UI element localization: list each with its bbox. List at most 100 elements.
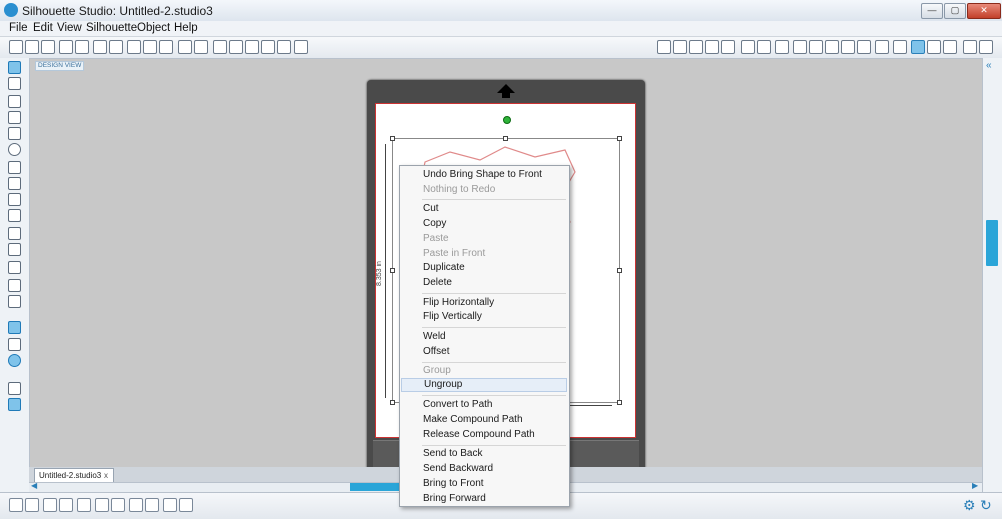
scroll-left-icon[interactable]: ◀: [31, 481, 37, 490]
smooth-freehand-icon[interactable]: [8, 227, 21, 240]
mirror-icon[interactable]: [841, 40, 855, 54]
save-as-icon[interactable]: [75, 40, 89, 54]
undo-icon[interactable]: [178, 40, 192, 54]
refresh-icon[interactable]: ↻: [980, 497, 992, 514]
menu-silhouette[interactable]: Silhouette: [86, 22, 137, 34]
grid-settings-icon[interactable]: [673, 40, 687, 54]
curve-tool-icon[interactable]: [8, 177, 21, 190]
menu-help[interactable]: Help: [174, 22, 198, 34]
store-icon[interactable]: [943, 40, 957, 54]
menu-item-ungroup[interactable]: Ungroup: [401, 378, 567, 392]
compound-path-icon[interactable]: [95, 498, 109, 512]
resize-handle-bottom-right[interactable]: [617, 400, 622, 405]
fill-color-icon[interactable]: [721, 40, 735, 54]
menu-item-convert-to-path[interactable]: Convert to Path: [400, 398, 569, 412]
resize-handle-right[interactable]: [617, 268, 622, 273]
open-folder-icon[interactable]: [25, 40, 39, 54]
replicate-icon[interactable]: [875, 40, 889, 54]
cut-scissors-icon[interactable]: [159, 40, 173, 54]
rotation-handle[interactable]: [503, 116, 511, 124]
trace-icon[interactable]: [705, 40, 719, 54]
deselect-icon[interactable]: [25, 498, 39, 512]
resize-handle-top[interactable]: [503, 136, 508, 141]
menu-item-delete[interactable]: Delete: [400, 276, 569, 290]
eraser-icon[interactable]: [963, 40, 977, 54]
menu-item-undo[interactable]: Undo Bring Shape to Front: [400, 168, 569, 182]
paste-icon[interactable]: [143, 40, 157, 54]
page-setup-icon[interactable]: [657, 40, 671, 54]
ungroup-icon[interactable]: [59, 498, 73, 512]
menu-item-flip-vertically[interactable]: Flip Vertically: [400, 310, 569, 324]
text-tool-icon[interactable]: [8, 261, 21, 274]
resize-handle-left[interactable]: [390, 268, 395, 273]
scale-icon[interactable]: [825, 40, 839, 54]
arc-tool-icon[interactable]: [8, 193, 21, 206]
send-to-cutter-icon[interactable]: [109, 40, 123, 54]
new-page-icon[interactable]: [41, 40, 55, 54]
scroll-right-icon[interactable]: ▶: [972, 481, 978, 490]
delete-icon[interactable]: [111, 498, 125, 512]
horizontal-scrollbar-thumb[interactable]: [350, 483, 405, 491]
vertical-scrollbar-thumb[interactable]: [986, 220, 998, 266]
menu-item-make-compound-path[interactable]: Make Compound Path: [400, 413, 569, 427]
panel-expand-icon[interactable]: «: [986, 60, 992, 71]
duplicate-icon[interactable]: [129, 498, 143, 512]
menu-item-redo[interactable]: Nothing to Redo: [400, 183, 569, 197]
fit-to-window-icon[interactable]: [294, 40, 308, 54]
redo-icon[interactable]: [194, 40, 208, 54]
menu-item-flip-horizontally[interactable]: Flip Horizontally: [400, 296, 569, 310]
select-tool-icon[interactable]: [8, 61, 21, 74]
menu-view[interactable]: View: [57, 22, 82, 34]
design-view-icon[interactable]: [8, 321, 21, 334]
modify-icon[interactable]: [893, 40, 907, 54]
menu-item-paste[interactable]: Paste: [400, 232, 569, 246]
tab-close-icon[interactable]: x: [104, 469, 108, 482]
eraser-tool-icon[interactable]: [8, 279, 21, 292]
online-store-icon[interactable]: [8, 354, 21, 367]
menu-item-offset[interactable]: Offset: [400, 345, 569, 359]
maximize-button[interactable]: ▢: [944, 3, 966, 19]
menu-item-send-backward[interactable]: Send Backward: [400, 462, 569, 476]
new-document-icon[interactable]: [9, 40, 23, 54]
gear-icon[interactable]: ⚙: [963, 497, 976, 514]
single-window-icon[interactable]: [8, 382, 21, 395]
freehand-tool-icon[interactable]: [8, 209, 21, 222]
library-icon[interactable]: [927, 40, 941, 54]
rounded-rectangle-tool-icon[interactable]: [8, 127, 21, 140]
knife-icon[interactable]: [979, 40, 993, 54]
drag-zoom-icon[interactable]: [277, 40, 291, 54]
split-window-icon[interactable]: [8, 398, 21, 411]
menu-item-send-to-back[interactable]: Send to Back: [400, 447, 569, 461]
polygon-tool-icon[interactable]: [8, 161, 21, 174]
menu-item-paste-in-front[interactable]: Paste in Front: [400, 247, 569, 261]
copy-icon[interactable]: [127, 40, 141, 54]
menu-file[interactable]: File: [9, 22, 28, 34]
menu-item-group[interactable]: Group: [400, 364, 569, 378]
pan-hand-icon[interactable]: [213, 40, 227, 54]
cut-settings-icon[interactable]: [911, 40, 925, 54]
document-tab[interactable]: Untitled-2.studio3 x: [34, 468, 114, 482]
line-tool-icon[interactable]: [8, 95, 21, 108]
rectangle-tool-icon[interactable]: [8, 111, 21, 124]
knife-tool-icon[interactable]: [8, 295, 21, 308]
menu-item-weld[interactable]: Weld: [400, 330, 569, 344]
menu-edit[interactable]: Edit: [33, 22, 53, 34]
menu-item-release-compound-path[interactable]: Release Compound Path: [400, 428, 569, 442]
registration-marks-icon[interactable]: [689, 40, 703, 54]
ellipse-tool-icon[interactable]: [8, 143, 21, 156]
menu-item-cut[interactable]: Cut: [400, 202, 569, 216]
resize-handle-top-right[interactable]: [617, 136, 622, 141]
text-style-icon[interactable]: [775, 40, 789, 54]
print-icon[interactable]: [93, 40, 107, 54]
close-button[interactable]: ✕: [967, 3, 1001, 19]
zoom-selection-icon[interactable]: [261, 40, 275, 54]
bring-to-front-icon[interactable]: [145, 498, 159, 512]
zoom-out-icon[interactable]: [245, 40, 259, 54]
transform-icon[interactable]: [793, 40, 807, 54]
menu-item-copy[interactable]: Copy: [400, 217, 569, 231]
align-icon[interactable]: [857, 40, 871, 54]
line-style-icon[interactable]: [757, 40, 771, 54]
line-color-icon[interactable]: [741, 40, 755, 54]
group-icon[interactable]: [43, 498, 57, 512]
edit-points-icon[interactable]: [8, 77, 21, 90]
